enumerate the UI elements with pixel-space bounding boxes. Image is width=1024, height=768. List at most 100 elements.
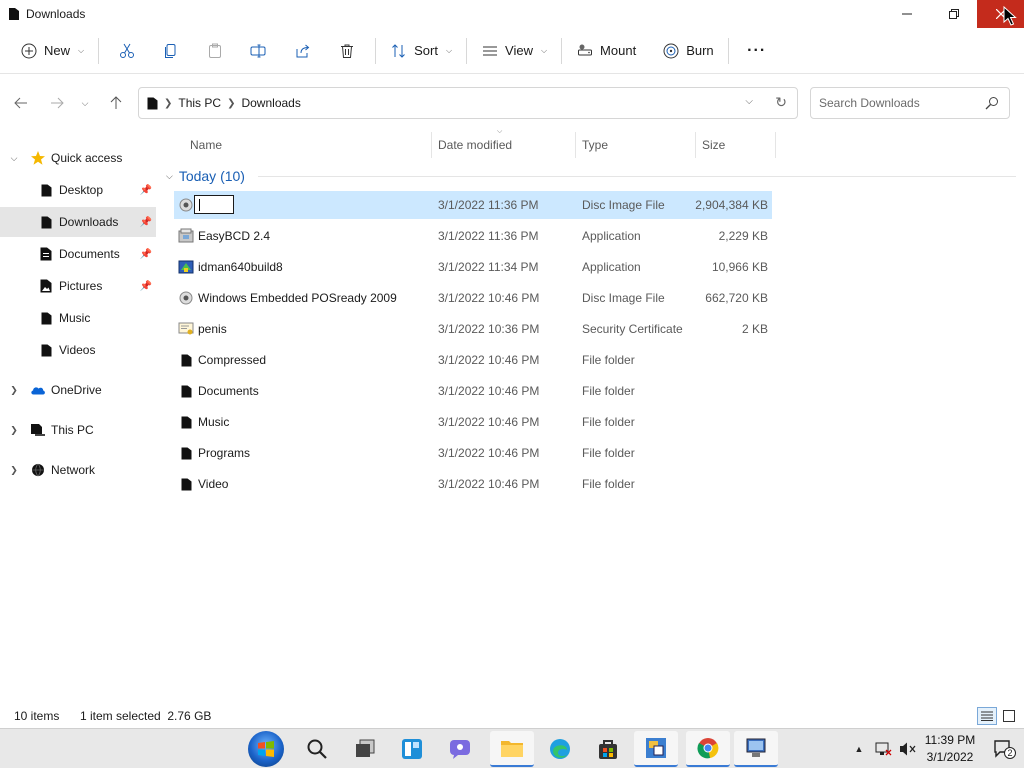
nav-onedrive[interactable]: ❯ OneDrive bbox=[0, 375, 156, 405]
copy-button[interactable] bbox=[149, 36, 193, 66]
mouse-cursor-icon bbox=[1003, 6, 1017, 26]
breadcrumb-this-pc[interactable]: This PC bbox=[178, 96, 221, 110]
taskbar-remote-desktop[interactable] bbox=[734, 731, 778, 767]
file-size: 2,904,384 KB bbox=[695, 198, 768, 212]
refresh-icon[interactable]: ↻ bbox=[775, 94, 787, 111]
nav-videos[interactable]: Videos bbox=[0, 335, 156, 365]
file-row[interactable]: idman640build8 3/1/2022 11:34 PM Applica… bbox=[174, 253, 772, 281]
chevron-down-icon[interactable]: ⌵ bbox=[8, 153, 20, 164]
column-header-name[interactable]: Name bbox=[182, 132, 432, 158]
mount-drive-icon bbox=[576, 42, 594, 60]
search-icon bbox=[985, 96, 999, 113]
mount-button[interactable]: Mount bbox=[568, 36, 644, 66]
recent-locations-button[interactable]: ⌵ bbox=[70, 87, 100, 119]
tray-overflow-button[interactable]: ▲ bbox=[850, 729, 868, 768]
file-row[interactable]: 3/1/2022 11:36 PM Disc Image File 2,904,… bbox=[174, 191, 772, 219]
taskbar-store[interactable] bbox=[588, 731, 628, 767]
file-row[interactable]: Compressed 3/1/2022 10:46 PM File folder bbox=[174, 346, 772, 374]
minimize-button[interactable] bbox=[883, 0, 930, 28]
new-button[interactable]: New ⌵ bbox=[12, 36, 92, 66]
task-view-button[interactable] bbox=[345, 731, 385, 767]
delete-button[interactable] bbox=[325, 36, 369, 66]
folder-icon bbox=[178, 414, 194, 430]
breadcrumb-separator-icon: ❯ bbox=[227, 97, 236, 109]
taskbar-edge[interactable] bbox=[540, 731, 580, 767]
nav-this-pc[interactable]: ❯ This PC bbox=[0, 415, 156, 445]
taskbar-search-button[interactable] bbox=[297, 731, 337, 767]
rename-button[interactable] bbox=[237, 36, 281, 66]
file-name: EasyBCD 2.4 bbox=[198, 229, 271, 243]
chevron-down-icon: ⌵ bbox=[78, 45, 85, 55]
burn-button[interactable]: Burn bbox=[654, 36, 721, 66]
restore-button[interactable] bbox=[930, 0, 977, 28]
taskbar-chrome[interactable] bbox=[686, 731, 730, 767]
clock-date: 3/1/2022 bbox=[926, 750, 974, 764]
address-bar[interactable]: ❯ This PC ❯ Downloads ⌵ ↻ bbox=[138, 87, 798, 119]
nav-documents[interactable]: Documents 📌 bbox=[0, 239, 156, 269]
nav-quick-access[interactable]: ⌵ Quick access bbox=[0, 143, 156, 173]
taskbar-file-explorer[interactable] bbox=[490, 731, 534, 767]
file-name: idman640build8 bbox=[198, 260, 283, 274]
file-row[interactable]: Windows Embedded POSready 2009 3/1/2022 … bbox=[174, 284, 772, 312]
cut-button[interactable] bbox=[105, 36, 149, 66]
toolbar-separator bbox=[466, 37, 468, 64]
column-header-size[interactable]: Size bbox=[696, 132, 776, 158]
file-name: penis bbox=[198, 322, 227, 336]
file-row[interactable]: penis 3/1/2022 10:36 PM Security Certifi… bbox=[174, 315, 772, 343]
notification-center-button[interactable]: 2 bbox=[992, 729, 1016, 768]
widgets-button[interactable] bbox=[392, 731, 432, 767]
group-header-today[interactable]: ⌵ Today (10) bbox=[166, 165, 245, 187]
chat-button[interactable] bbox=[440, 731, 480, 767]
forward-button[interactable] bbox=[41, 87, 73, 119]
column-header-date-modified[interactable]: Date modified bbox=[432, 132, 576, 158]
restore-icon bbox=[948, 9, 959, 19]
taskbar-app-window[interactable] bbox=[634, 731, 678, 767]
tray-network-icon[interactable] bbox=[872, 729, 894, 768]
nav-pictures[interactable]: Pictures 📌 bbox=[0, 271, 156, 301]
videos-folder-icon bbox=[38, 342, 54, 358]
file-type: Disc Image File bbox=[582, 198, 665, 212]
item-count: 10 items bbox=[14, 709, 60, 723]
back-button[interactable] bbox=[5, 87, 37, 119]
view-button[interactable]: View ⌵ bbox=[473, 36, 555, 66]
file-name: Documents bbox=[198, 384, 259, 398]
tray-volume-muted-icon[interactable] bbox=[898, 729, 918, 768]
nav-music[interactable]: Music bbox=[0, 303, 156, 333]
file-type: Application bbox=[582, 229, 641, 243]
breadcrumb-downloads[interactable]: Downloads bbox=[241, 96, 300, 110]
details-view-toggle[interactable] bbox=[977, 707, 997, 725]
column-label: Name bbox=[190, 138, 223, 152]
file-type: File folder bbox=[582, 353, 635, 367]
nav-downloads[interactable]: Downloads 📌 bbox=[0, 207, 156, 237]
share-button[interactable] bbox=[281, 36, 325, 66]
file-row[interactable]: Programs 3/1/2022 10:46 PM File folder bbox=[174, 439, 772, 467]
more-options-button[interactable]: ··· bbox=[735, 36, 779, 66]
chevron-right-icon[interactable]: ❯ bbox=[8, 385, 20, 396]
edge-icon bbox=[550, 739, 570, 759]
toolbar-separator bbox=[727, 37, 729, 64]
address-row: ⌵ ❯ This PC ❯ Downloads ⌵ ↻ Search Downl… bbox=[0, 75, 1024, 131]
chevron-down-icon: ⌵ bbox=[540, 45, 548, 55]
taskbar-clock[interactable]: 11:39 PM 3/1/2022 bbox=[918, 732, 982, 766]
rename-input[interactable] bbox=[194, 195, 234, 214]
up-button[interactable] bbox=[100, 87, 132, 119]
nav-network[interactable]: ❯ Network bbox=[0, 455, 156, 485]
search-input[interactable]: Search Downloads bbox=[819, 96, 920, 110]
paste-button[interactable] bbox=[193, 36, 237, 66]
file-row[interactable]: EasyBCD 2.4 3/1/2022 11:36 PM Applicatio… bbox=[174, 222, 772, 250]
file-row[interactable]: Documents 3/1/2022 10:46 PM File folder bbox=[174, 377, 772, 405]
file-type: Security Certificate bbox=[582, 322, 683, 336]
chevron-right-icon[interactable]: ❯ bbox=[8, 465, 20, 476]
task-view-icon bbox=[356, 739, 375, 757]
address-history-chevron-icon[interactable]: ⌵ bbox=[745, 96, 753, 107]
search-box[interactable]: Search Downloads bbox=[810, 87, 1010, 119]
file-row[interactable]: Video 3/1/2022 10:46 PM File folder bbox=[174, 470, 772, 498]
tiles-view-toggle[interactable] bbox=[999, 707, 1019, 725]
sort-button[interactable]: Sort ⌵ bbox=[382, 36, 460, 66]
nav-desktop[interactable]: Desktop 📌 bbox=[0, 175, 156, 205]
file-row[interactable]: Music 3/1/2022 10:46 PM File folder bbox=[174, 408, 772, 436]
column-header-type[interactable]: Type bbox=[576, 132, 696, 158]
start-button[interactable] bbox=[246, 729, 286, 768]
chevron-right-icon[interactable]: ❯ bbox=[8, 425, 20, 436]
status-bar: 10 items 1 item selected 2.76 GB bbox=[0, 704, 1024, 728]
